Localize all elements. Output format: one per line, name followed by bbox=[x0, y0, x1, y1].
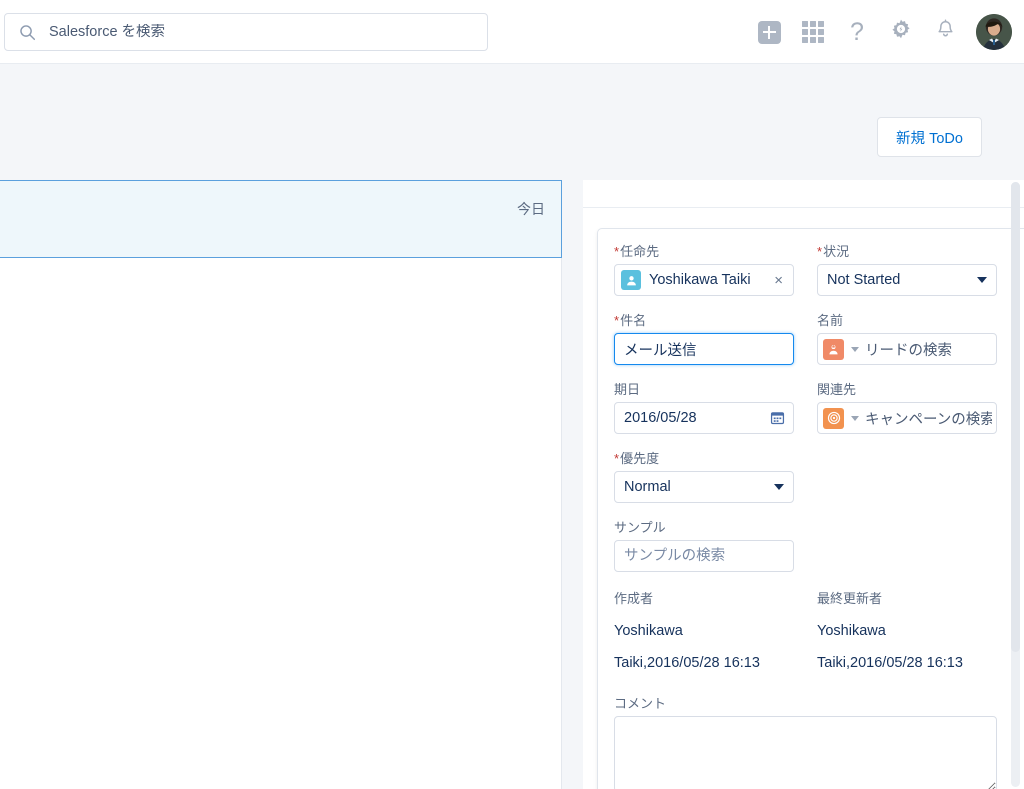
status-label: *状況 bbox=[817, 244, 850, 259]
assigned-to-lookup[interactable]: Yoshikawa Taiki × bbox=[614, 264, 794, 296]
new-todo-modal: *任命先 Yoshikawa Taiki × *状況 Not Started *… bbox=[583, 180, 1024, 789]
notifications-button[interactable] bbox=[923, 10, 967, 54]
salesforce-app: ? bbox=[0, 0, 1024, 789]
form-row-6: 作成者 Yoshikawa Taiki,2016/05/28 16:13 最終更… bbox=[614, 588, 1024, 679]
related-to-placeholder: キャンペーンの検索 bbox=[865, 411, 992, 428]
assigned-to-label: *任命先 bbox=[614, 244, 660, 259]
created-by-label: 作成者 bbox=[614, 591, 654, 606]
field-sample: サンプル bbox=[614, 519, 794, 572]
related-to-label: 関連先 bbox=[817, 382, 857, 397]
due-date-wrap bbox=[614, 402, 794, 434]
priority-select[interactable]: Normal bbox=[614, 471, 794, 503]
notifications-bell-icon bbox=[935, 19, 956, 45]
assigned-to-value: Yoshikawa Taiki bbox=[649, 272, 751, 288]
created-by-value-line2: Taiki,2016/05/28 16:13 bbox=[614, 655, 760, 671]
name-label: 名前 bbox=[817, 313, 844, 328]
today-label: 今日 bbox=[517, 201, 545, 217]
field-created-by: 作成者 Yoshikawa Taiki,2016/05/28 16:13 bbox=[614, 588, 794, 679]
add-button[interactable] bbox=[747, 10, 791, 54]
priority-value: Normal bbox=[624, 479, 671, 495]
vertical-scrollbar-thumb[interactable] bbox=[1011, 182, 1020, 652]
setup-gear-icon bbox=[889, 18, 913, 47]
form-row-4-spacer bbox=[817, 450, 997, 503]
status-select-wrap: Not Started bbox=[817, 264, 997, 296]
form-row-5: サンプル bbox=[614, 519, 1024, 572]
sample-input[interactable] bbox=[614, 540, 794, 572]
lead-icon bbox=[823, 338, 844, 360]
form-row-2: *件名 名前 bbox=[614, 312, 1024, 365]
setup-button[interactable] bbox=[879, 10, 923, 54]
required-asterisk: * bbox=[614, 244, 620, 259]
field-priority: *優先度 Normal bbox=[614, 450, 794, 503]
help-icon: ? bbox=[850, 17, 864, 46]
global-header: ? bbox=[0, 0, 1024, 64]
form-row-4: *優先度 Normal bbox=[614, 450, 1024, 503]
add-icon bbox=[757, 20, 781, 44]
search-input[interactable] bbox=[49, 24, 449, 40]
field-subject: *件名 bbox=[614, 312, 794, 365]
form-row-3: 期日 2016/05/28 関連先 キャンペーンの検索 bbox=[614, 381, 1024, 434]
field-name: 名前 リードの検索 bbox=[817, 312, 997, 365]
last-modified-by-value-line1: Yoshikawa bbox=[817, 623, 886, 639]
left-content-column: 今日 bbox=[0, 180, 562, 789]
required-asterisk: * bbox=[614, 313, 620, 328]
header-action-group: ? bbox=[747, 0, 1012, 64]
status-value: Not Started bbox=[827, 272, 901, 288]
field-comment: コメント bbox=[614, 695, 997, 789]
vertical-scrollbar-track[interactable] bbox=[1011, 182, 1020, 787]
app-launcher-button[interactable] bbox=[791, 10, 835, 54]
last-modified-by-value-line2: Taiki,2016/05/28 16:13 bbox=[817, 655, 963, 671]
app-launcher-icon bbox=[802, 21, 824, 43]
required-asterisk: * bbox=[614, 451, 620, 466]
created-by-value-line1: Yoshikawa bbox=[614, 623, 683, 639]
user-pill-icon bbox=[621, 270, 641, 290]
form-row-7: コメント bbox=[614, 695, 1024, 789]
name-placeholder: リードの検索 bbox=[865, 342, 952, 359]
comment-textarea[interactable] bbox=[614, 716, 997, 789]
new-todo-button[interactable]: 新規 ToDo bbox=[877, 117, 982, 157]
field-status: *状況 Not Started bbox=[817, 243, 997, 296]
page-header-area: 新規 ToDo bbox=[0, 64, 1024, 180]
user-avatar[interactable] bbox=[976, 14, 1012, 50]
status-select[interactable]: Not Started bbox=[817, 264, 997, 296]
campaign-icon bbox=[823, 407, 844, 429]
due-date-label: 期日 bbox=[614, 382, 641, 397]
related-to-lookup[interactable]: キャンペーンの検索 bbox=[817, 402, 997, 434]
form-row-1: *任命先 Yoshikawa Taiki × *状況 Not Started bbox=[614, 243, 1024, 296]
modal-header-strip bbox=[583, 180, 1024, 208]
chevron-down-icon bbox=[851, 346, 859, 352]
help-button[interactable]: ? bbox=[835, 10, 879, 54]
required-asterisk: * bbox=[817, 244, 823, 259]
field-assigned-to: *任命先 Yoshikawa Taiki × bbox=[614, 243, 794, 296]
field-due-date: 期日 bbox=[614, 381, 794, 434]
subject-input[interactable] bbox=[614, 333, 794, 365]
name-lookup[interactable]: リードの検索 bbox=[817, 333, 997, 365]
last-modified-by-label: 最終更新者 bbox=[817, 591, 883, 606]
form-row-5-spacer bbox=[817, 519, 997, 572]
field-related-to: 関連先 キャンペーンの検索 bbox=[817, 381, 997, 434]
priority-select-wrap: Normal bbox=[614, 471, 794, 503]
comment-label: コメント bbox=[614, 696, 667, 711]
global-search[interactable] bbox=[4, 13, 488, 51]
form-field-grid: *任命先 Yoshikawa Taiki × *状況 Not Started *… bbox=[614, 243, 1024, 789]
field-last-modified-by: 最終更新者 Yoshikawa Taiki,2016/05/28 16:13 bbox=[817, 588, 997, 679]
todo-form-card: *任命先 Yoshikawa Taiki × *状況 Not Started *… bbox=[597, 228, 1024, 789]
search-icon bbox=[19, 24, 36, 41]
sample-label: サンプル bbox=[614, 520, 666, 535]
today-section-card[interactable]: 今日 bbox=[0, 180, 562, 258]
remove-assignee-icon[interactable]: × bbox=[770, 273, 787, 288]
chevron-down-icon bbox=[851, 415, 859, 421]
subject-label: *件名 bbox=[614, 313, 647, 328]
priority-label: *優先度 bbox=[614, 451, 660, 466]
due-date-input[interactable] bbox=[614, 402, 794, 434]
